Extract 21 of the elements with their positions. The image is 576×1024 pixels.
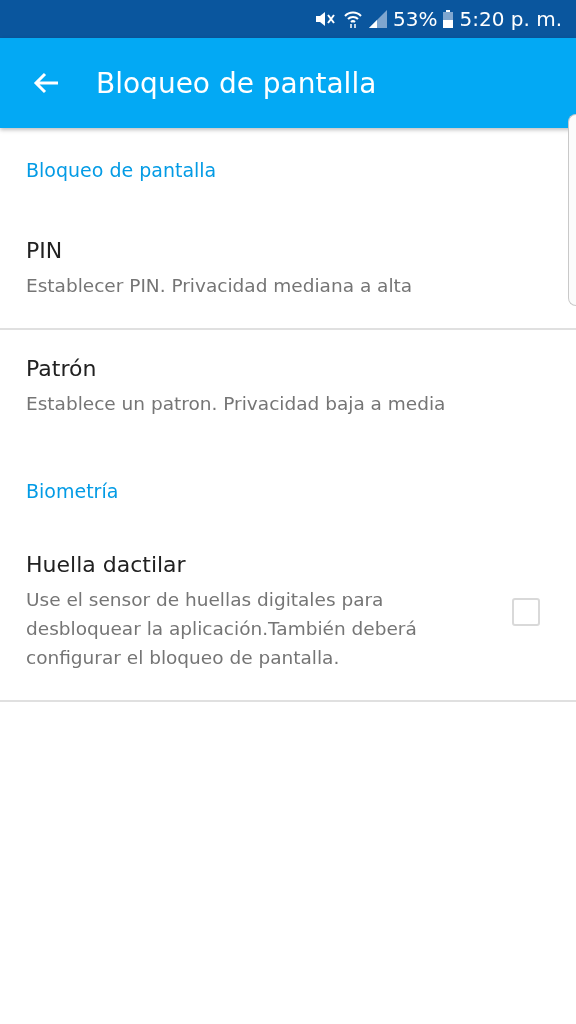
battery-icon <box>443 10 454 28</box>
preference-item[interactable]: Huella dactilar Use el sensor de huellas digitales para desbloquear la aplicación.También deberá configurar el bloqueo de pantalla. <box>0 526 564 700</box>
mute-icon <box>315 10 337 28</box>
preference-title: PIN <box>26 238 64 263</box>
back-arrow-icon <box>32 71 60 95</box>
preference-summary: Establecer PIN. Privacidad mediana a alta <box>26 274 414 298</box>
preference-summary: Establece un patron. Privacidad baja a media <box>26 392 447 416</box>
section-header: Bloqueo de pantalla <box>25 158 218 183</box>
preference-item[interactable]: Patrón Establece un patron. Privacidad baja a media <box>0 330 564 446</box>
preference-title: Patrón <box>26 356 98 381</box>
section-header: Biometría <box>25 479 120 504</box>
battery-percent: 53% <box>393 7 438 31</box>
clock: 5:20 p. m. <box>459 7 562 31</box>
preference-title: Huella dactilar <box>26 552 187 577</box>
checkbox[interactable] <box>512 598 540 626</box>
edge-panel-handle[interactable] <box>568 114 576 306</box>
preference-summary: Use el sensor de huellas digitales para desbloquear la aplicación.También deberá configurar el bloqueo de pantalla. <box>26 588 418 670</box>
preference-item[interactable]: PIN Establecer PIN. Privacidad mediana a alta <box>0 212 564 328</box>
wifi-icon <box>343 10 363 28</box>
screen-title: Bloqueo de pantalla <box>96 66 377 100</box>
signal-icon <box>369 10 387 28</box>
